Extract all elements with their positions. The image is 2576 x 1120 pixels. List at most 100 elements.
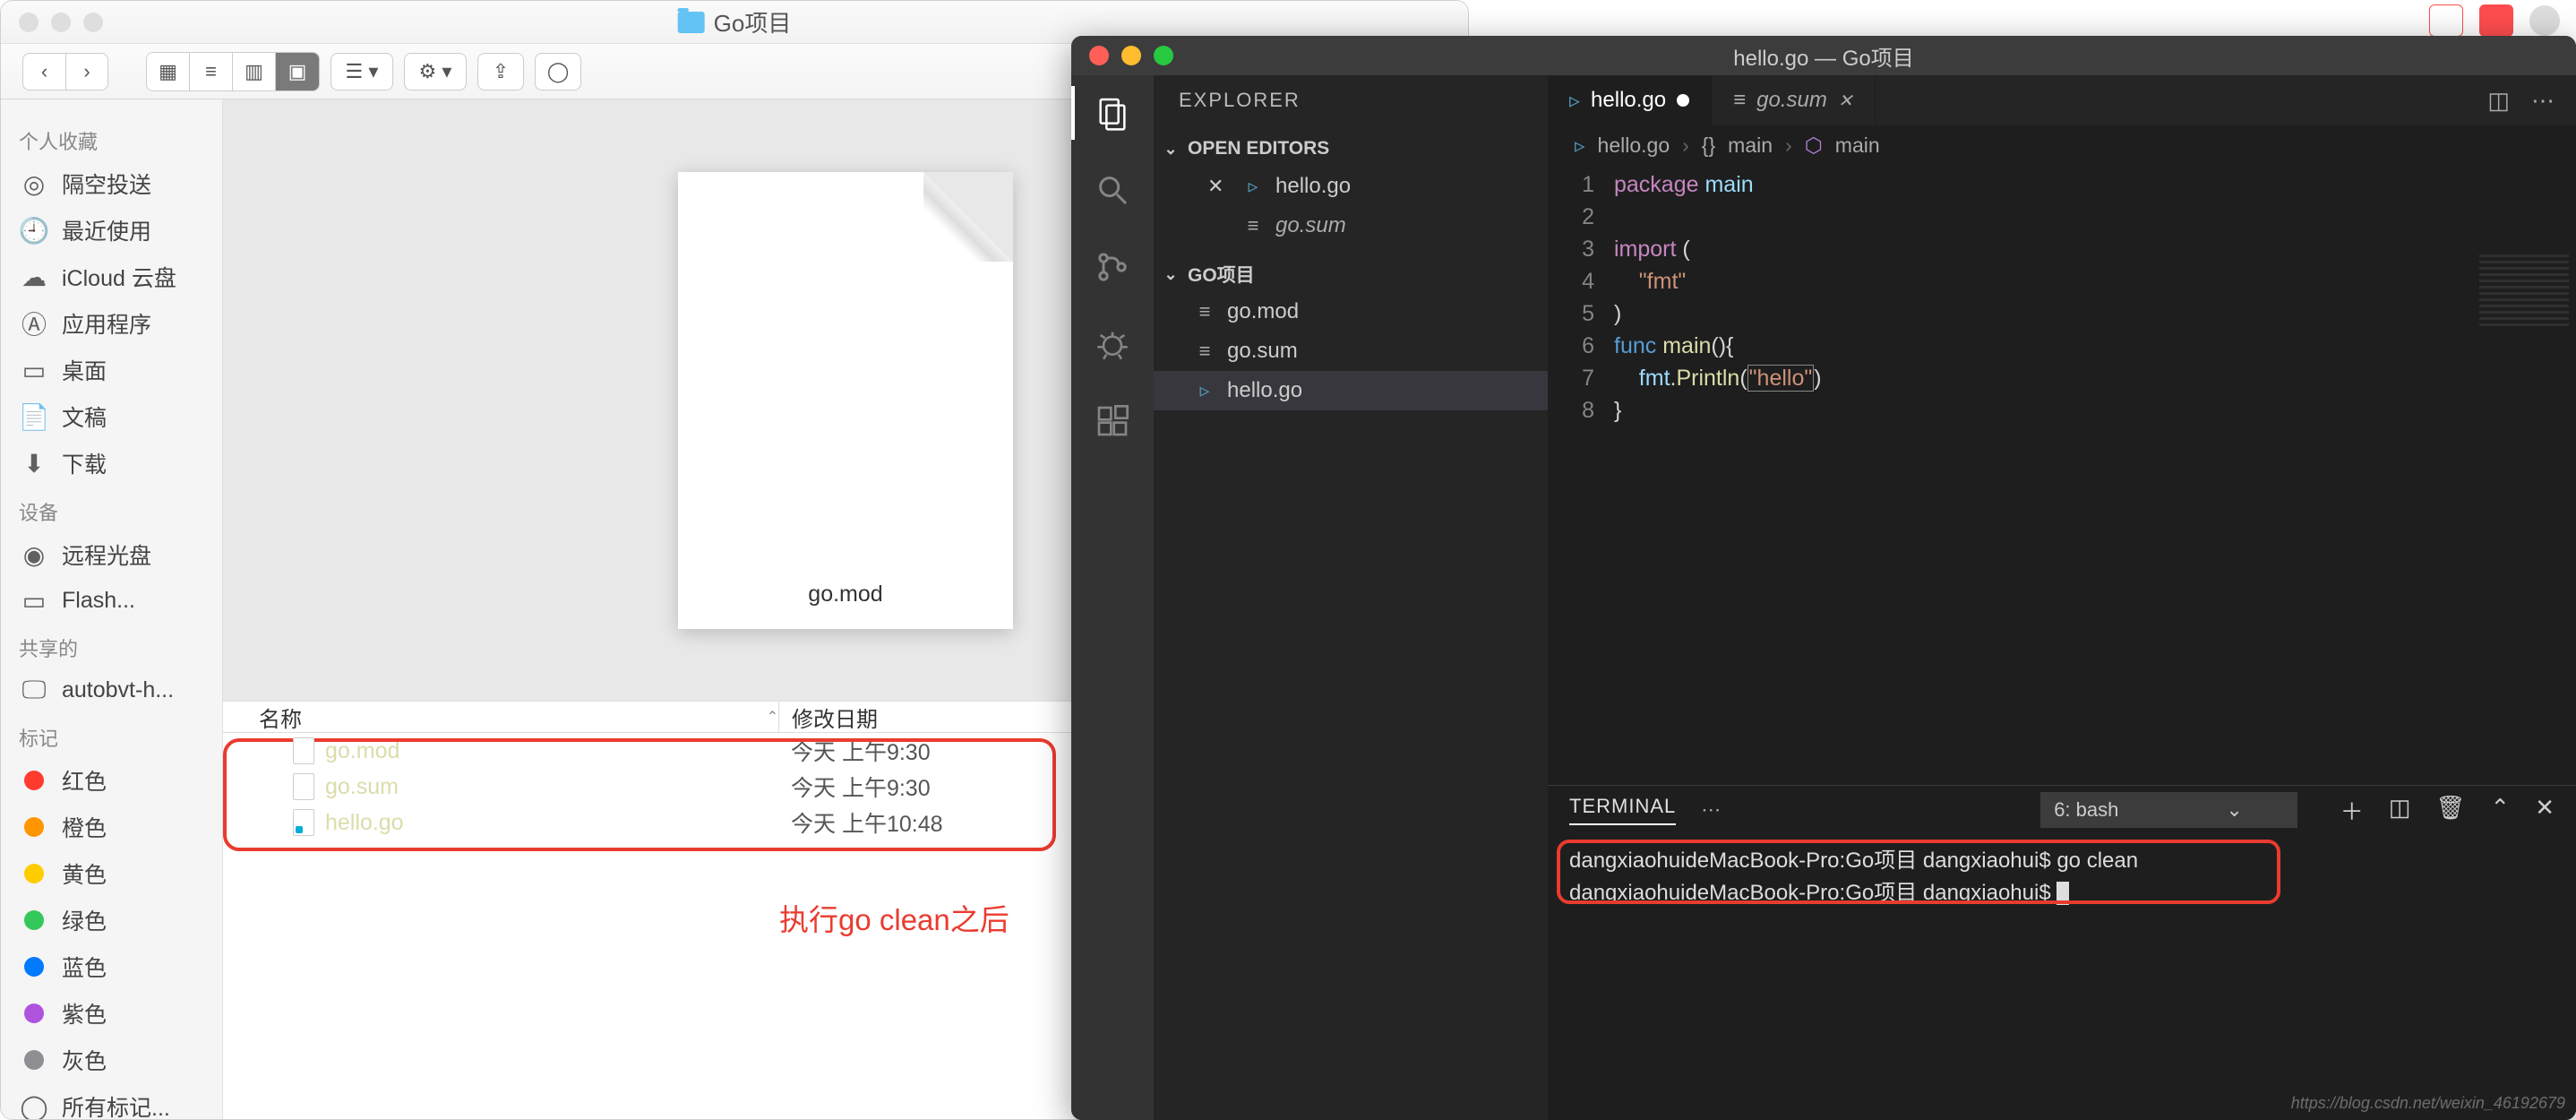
share-button[interactable]: ⇪ [477, 53, 524, 90]
vscode-title-text: hello.go — Go项目 [1733, 40, 1913, 72]
extensions-icon[interactable] [1091, 400, 1134, 443]
traffic-lights[interactable] [19, 13, 103, 32]
browser-button-2[interactable] [2479, 4, 2513, 37]
forward-button[interactable]: › [65, 53, 108, 90]
finder-sidebar: 个人收藏 ◎ 隔空投送 🕘 最近使用 ☁ iCloud 云盘 Ⓐ 应用程序 ▭ … [1, 99, 223, 1119]
terminal-selector[interactable]: 6: bash ⌄ [2040, 792, 2297, 828]
sidebar-shared[interactable]: 🖵 autobvt-h... [1, 668, 222, 712]
browser-button-1[interactable] [2429, 4, 2463, 37]
lines-file-icon: ≡ [1193, 340, 1216, 363]
modified-indicator-icon [1677, 94, 1689, 107]
column-name[interactable]: 名称 ⌃ [223, 702, 778, 733]
view-list[interactable]: ≡ [190, 53, 233, 90]
sidebar-item-icloud[interactable]: ☁ iCloud 云盘 [1, 254, 222, 300]
go-file-icon: ▹ [1569, 88, 1580, 114]
lines-file-icon: ≡ [1193, 300, 1216, 323]
tag-button[interactable]: ◯ [535, 53, 581, 90]
close-icon[interactable]: ✕ [1207, 175, 1231, 198]
terminal-header: TERMINAL ⋯ 6: bash ⌄ ＋ ◫ 🗑 ⌃ ✕ [1548, 786, 2576, 834]
sidebar-tag[interactable]: 蓝色 [1, 943, 222, 990]
go-file-icon: ▹ [1241, 175, 1265, 198]
view-gallery[interactable]: ▣ [276, 53, 319, 90]
terminal-body[interactable]: dangxiaohuideMacBook-Pro:Go项目 dangxiaohu… [1548, 834, 2576, 1120]
sidebar-tag[interactable]: 红色 [1, 757, 222, 804]
editor-tab[interactable]: ≡ go.sum ✕ [1712, 75, 1875, 125]
sidebar-tag[interactable]: 灰色 [1, 1037, 222, 1083]
folder-file-item[interactable]: ▹ hello.go [1154, 371, 1548, 410]
sidebar-item-airdrop[interactable]: ◎ 隔空投送 [1, 160, 222, 207]
braces-icon: {} [1702, 134, 1715, 158]
code-content[interactable]: package main import ( "fmt")func main(){… [1614, 165, 2576, 785]
editor-tab[interactable]: ▹ hello.go [1548, 75, 1712, 125]
folder-file-item[interactable]: ≡ go.sum [1154, 332, 1548, 371]
action-button[interactable]: ⚙ ▾ [404, 53, 467, 90]
open-editors-header[interactable]: ⌄ OPEN EDITORS [1154, 131, 1548, 167]
more-actions-icon[interactable]: ⋯ [2531, 87, 2555, 115]
sidebar-item-apps[interactable]: Ⓐ 应用程序 [1, 300, 222, 347]
source-control-icon[interactable] [1091, 246, 1134, 289]
new-terminal-icon[interactable]: ＋ [2340, 794, 2364, 827]
view-icon-grid[interactable]: ▦ [147, 53, 190, 90]
breadcrumb[interactable]: ▹ hello.go › {} main › ⬡ main [1548, 125, 2576, 165]
traffic-min[interactable] [1121, 46, 1141, 65]
open-editor-item[interactable]: ≡ go.sum [1154, 206, 1548, 246]
traffic-max[interactable] [83, 13, 103, 32]
traffic-max[interactable] [1154, 46, 1173, 65]
sidebar-tag[interactable]: 橙色 [1, 804, 222, 850]
vscode-titlebar: hello.go — Go项目 [1071, 36, 2576, 75]
traffic-min[interactable] [51, 13, 71, 32]
avatar[interactable] [2529, 5, 2560, 36]
terminal-panel: TERMINAL ⋯ 6: bash ⌄ ＋ ◫ 🗑 ⌃ ✕ [1548, 785, 2576, 1120]
sidebar-item-recent[interactable]: 🕘 最近使用 [1, 207, 222, 254]
finder-title: Go项目 [678, 5, 792, 39]
explorer-header: EXPLORER [1154, 75, 1548, 125]
close-panel-icon[interactable]: ✕ [2535, 794, 2555, 827]
lines-file-icon: ≡ [1733, 88, 1746, 113]
chevron-up-icon[interactable]: ⌃ [2490, 794, 2510, 827]
file-icon [293, 737, 314, 764]
sidebar-tag[interactable]: 绿色 [1, 897, 222, 943]
terminal-tab[interactable]: TERMINAL [1569, 795, 1676, 825]
view-columns[interactable]: ▥ [233, 53, 276, 90]
code-editor[interactable]: 12345678 package main import ( "fmt")fun… [1548, 165, 2576, 785]
finder-title-text: Go项目 [714, 5, 792, 39]
sidebar-tag[interactable]: 黄色 [1, 850, 222, 897]
go-file-icon: ▹ [1193, 379, 1216, 402]
line-gutter: 12345678 [1548, 165, 1614, 785]
arrange-button[interactable]: ☰ ▾ [331, 53, 393, 90]
trash-icon[interactable]: 🗑 [2435, 794, 2465, 827]
sidebar-device[interactable]: ▭ Flash... [1, 578, 222, 623]
split-terminal-icon[interactable]: ◫ [2389, 794, 2411, 827]
sidebar-shared-header: 共享的 [1, 623, 222, 668]
close-icon[interactable]: ✕ [1838, 90, 1853, 112]
debug-icon[interactable] [1091, 323, 1134, 366]
all-tags-icon: ◯ [19, 1091, 49, 1119]
document-preview[interactable]: go.mod [678, 172, 1013, 629]
traffic-close[interactable] [19, 13, 39, 32]
search-icon[interactable] [1091, 168, 1134, 211]
sidebar-all-tags[interactable]: ◯ 所有标记... [1, 1083, 222, 1119]
folder-header[interactable]: ⌄ GO项目 [1154, 256, 1548, 292]
folder-file-item[interactable]: ≡ go.mod [1154, 292, 1548, 332]
sidebar-tag[interactable]: 紫色 [1, 990, 222, 1037]
split-editor-icon[interactable]: ◫ [2487, 87, 2510, 115]
cube-icon: ⬡ [1805, 134, 1823, 158]
minimap[interactable] [2479, 254, 2569, 326]
sidebar-item-downloads[interactable]: ⬇ 下载 [1, 440, 222, 487]
terminal-more-icon[interactable]: ⋯ [1701, 798, 1721, 822]
view-switcher[interactable]: ▦ ≡ ▥ ▣ [146, 52, 320, 91]
traffic-lights[interactable] [1089, 46, 1173, 65]
chevron-right-icon: › [1785, 134, 1792, 158]
sidebar-item-docs[interactable]: 📄 文稿 [1, 393, 222, 440]
activity-bar [1071, 75, 1154, 1120]
explorer-icon[interactable] [1091, 91, 1134, 134]
editor-pane: ▹ hello.go ≡ go.sum ✕ ◫ ⋯ ▹ hello.go › {… [1548, 75, 2576, 1120]
vscode-window: hello.go — Go项目 EXPLORER ⌄ [1071, 36, 2576, 1120]
open-editor-item[interactable]: ✕ ▹ hello.go [1154, 167, 1548, 206]
traffic-close[interactable] [1089, 46, 1109, 65]
sidebar-device[interactable]: ◉ 远程光盘 [1, 531, 222, 578]
file-icon [293, 773, 314, 800]
back-button[interactable]: ‹ [22, 53, 65, 90]
sidebar-item-desktop[interactable]: ▭ 桌面 [1, 347, 222, 393]
folder-icon [678, 12, 705, 33]
